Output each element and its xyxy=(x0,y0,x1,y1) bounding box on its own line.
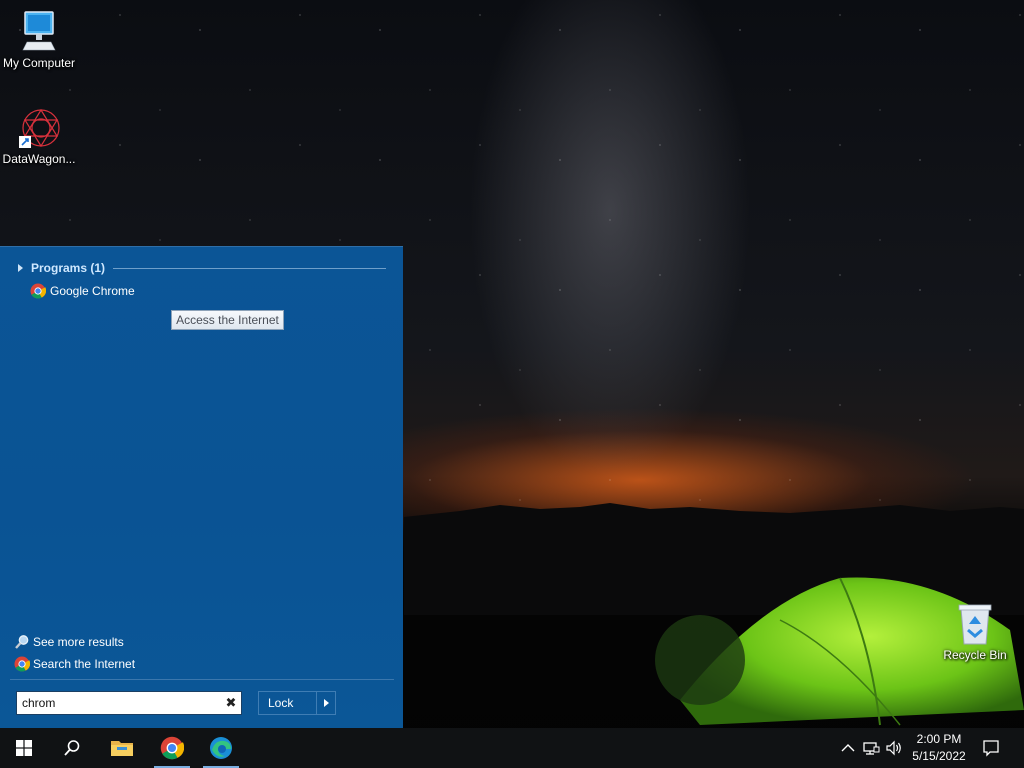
start-search-input[interactable] xyxy=(17,692,221,714)
search-the-internet-link[interactable]: Search the Internet xyxy=(14,655,135,673)
start-menu: Programs (1) Google Chrome Access the In… xyxy=(0,246,403,728)
result-google-chrome[interactable]: Google Chrome xyxy=(30,282,135,300)
result-label: Google Chrome xyxy=(50,284,135,298)
taskbar-edge[interactable] xyxy=(197,728,245,768)
clear-search-icon[interactable]: ✖ xyxy=(221,695,241,711)
desktop-icon-label: DataWagon... xyxy=(2,152,76,166)
notifications-icon[interactable] xyxy=(981,738,1001,758)
expand-arrow-icon xyxy=(18,264,23,272)
group-title: Programs (1) xyxy=(31,261,106,275)
see-more-results-link[interactable]: See more results xyxy=(14,633,124,651)
taskbar-file-explorer[interactable] xyxy=(98,728,146,768)
recycle-bin-icon xyxy=(958,604,992,645)
programs-group-header[interactable]: Programs (1) xyxy=(18,261,386,275)
power-options-arrow-icon[interactable] xyxy=(316,692,335,714)
windows-logo-icon xyxy=(16,740,32,756)
clock-time: 2:00 PM xyxy=(916,732,962,746)
power-button-group: Lock xyxy=(258,691,336,715)
result-tooltip: Access the Internet xyxy=(171,310,284,330)
chrome-icon xyxy=(160,736,184,760)
desktop-icon-recycle-bin[interactable]: Recycle Bin xyxy=(936,602,1014,662)
link-label: See more results xyxy=(33,635,124,649)
menu-divider xyxy=(10,679,394,680)
show-hidden-icons-chevron-icon[interactable] xyxy=(838,738,858,758)
taskbar-chrome[interactable] xyxy=(148,728,196,768)
link-label: Search the Internet xyxy=(33,657,136,671)
start-search-box: ✖ xyxy=(16,691,242,715)
chrome-icon xyxy=(30,283,46,299)
magnifier-icon xyxy=(15,635,29,649)
computer-icon xyxy=(22,11,56,51)
desktop-icon-label: My Computer xyxy=(2,56,76,70)
desktop-icon-datawagon[interactable]: DataWagon... xyxy=(0,106,78,166)
edge-icon xyxy=(210,737,232,759)
group-divider xyxy=(113,267,386,269)
volume-icon[interactable] xyxy=(884,738,904,758)
desktop-icon-my-computer[interactable]: My Computer xyxy=(0,10,78,70)
desktop-icon-label: Recycle Bin xyxy=(943,648,1007,662)
folder-icon xyxy=(111,741,133,756)
network-icon[interactable] xyxy=(861,738,881,758)
taskbar-search-button[interactable] xyxy=(48,728,96,768)
clock-date: 5/15/2022 xyxy=(912,749,966,763)
taskbar-clock[interactable]: 2:00 PM 5/15/2022 xyxy=(908,731,970,765)
datawagon-icon xyxy=(19,108,60,148)
taskbar: 2:00 PM 5/15/2022 xyxy=(0,728,1024,768)
start-button[interactable] xyxy=(0,728,48,768)
lock-button[interactable]: Lock xyxy=(259,692,316,714)
search-icon xyxy=(64,740,80,756)
chrome-icon xyxy=(14,656,30,672)
